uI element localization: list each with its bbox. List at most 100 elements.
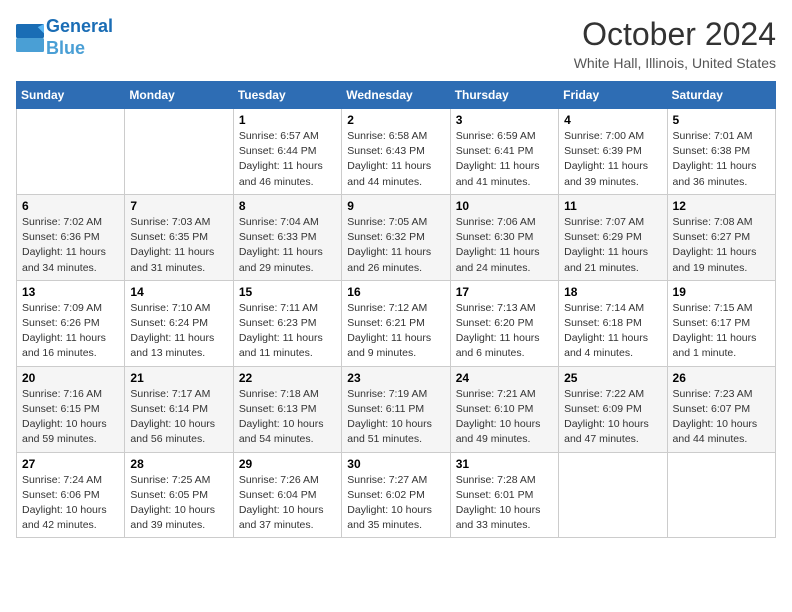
- day-number: 10: [456, 199, 553, 213]
- day-number: 4: [564, 113, 661, 127]
- calendar-cell: [17, 109, 125, 195]
- day-info: Sunrise: 7:13 AMSunset: 6:20 PMDaylight:…: [456, 301, 553, 362]
- month-title: October 2024: [574, 16, 776, 53]
- day-info: Sunrise: 7:05 AMSunset: 6:32 PMDaylight:…: [347, 215, 444, 276]
- calendar-cell: 17 Sunrise: 7:13 AMSunset: 6:20 PMDayligh…: [450, 280, 558, 366]
- day-info: Sunrise: 7:14 AMSunset: 6:18 PMDaylight:…: [564, 301, 661, 362]
- day-number: 1: [239, 113, 336, 127]
- day-number: 25: [564, 371, 661, 385]
- day-info: Sunrise: 7:18 AMSunset: 6:13 PMDaylight:…: [239, 387, 336, 448]
- calendar-week-row: 6 Sunrise: 7:02 AMSunset: 6:36 PMDaylight…: [17, 194, 776, 280]
- day-info: Sunrise: 7:26 AMSunset: 6:04 PMDaylight:…: [239, 473, 336, 534]
- calendar-cell: 2Sunrise: 6:58 AMSunset: 6:43 PMDaylight…: [342, 109, 450, 195]
- calendar-cell: [125, 109, 233, 195]
- calendar-cell: 20 Sunrise: 7:16 AMSunset: 6:15 PMDayligh…: [17, 366, 125, 452]
- day-info: Sunrise: 7:17 AMSunset: 6:14 PMDaylight:…: [130, 387, 227, 448]
- day-info: Sunrise: 7:02 AMSunset: 6:36 PMDaylight:…: [22, 215, 119, 276]
- day-info: Sunrise: 7:01 AMSunset: 6:38 PMDaylight:…: [673, 129, 770, 190]
- page-header: General Blue October 2024 White Hall, Il…: [16, 16, 776, 71]
- calendar-cell: 21 Sunrise: 7:17 AMSunset: 6:14 PMDayligh…: [125, 366, 233, 452]
- calendar-cell: 29Sunrise: 7:26 AMSunset: 6:04 PMDayligh…: [233, 452, 341, 538]
- calendar-cell: 18Sunrise: 7:14 AMSunset: 6:18 PMDayligh…: [559, 280, 667, 366]
- day-number: 22: [239, 371, 336, 385]
- day-number: 15: [239, 285, 336, 299]
- calendar-week-row: 1 Sunrise: 6:57 AMSunset: 6:44 PMDaylight…: [17, 109, 776, 195]
- calendar-cell: 1 Sunrise: 6:57 AMSunset: 6:44 PMDaylight…: [233, 109, 341, 195]
- day-number: 3: [456, 113, 553, 127]
- day-number: 7: [130, 199, 227, 213]
- day-info: Sunrise: 7:08 AMSunset: 6:27 PMDaylight:…: [673, 215, 770, 276]
- calendar-cell: 8Sunrise: 7:04 AMSunset: 6:33 PMDaylight…: [233, 194, 341, 280]
- day-number: 24: [456, 371, 553, 385]
- day-number: 13: [22, 285, 119, 299]
- day-number: 9: [347, 199, 444, 213]
- day-info: Sunrise: 7:09 AMSunset: 6:26 PMDaylight:…: [22, 301, 119, 362]
- calendar-cell: 3 Sunrise: 6:59 AMSunset: 6:41 PMDaylight…: [450, 109, 558, 195]
- day-number: 27: [22, 457, 119, 471]
- day-info: Sunrise: 7:06 AMSunset: 6:30 PMDaylight:…: [456, 215, 553, 276]
- weekday-header: Wednesday: [342, 82, 450, 109]
- calendar-week-row: 20 Sunrise: 7:16 AMSunset: 6:15 PMDayligh…: [17, 366, 776, 452]
- calendar-cell: 16 Sunrise: 7:12 AMSunset: 6:21 PMDayligh…: [342, 280, 450, 366]
- day-number: 6: [22, 199, 119, 213]
- weekday-header-row: SundayMondayTuesdayWednesdayThursdayFrid…: [17, 82, 776, 109]
- day-info: Sunrise: 7:15 AMSunset: 6:17 PMDaylight:…: [673, 301, 770, 362]
- calendar-cell: 28Sunrise: 7:25 AMSunset: 6:05 PMDayligh…: [125, 452, 233, 538]
- day-number: 16: [347, 285, 444, 299]
- day-info: Sunrise: 7:19 AMSunset: 6:11 PMDaylight:…: [347, 387, 444, 448]
- day-number: 11: [564, 199, 661, 213]
- title-section: October 2024 White Hall, Illinois, Unite…: [574, 16, 776, 71]
- day-number: 17: [456, 285, 553, 299]
- calendar-cell: 12 Sunrise: 7:08 AMSunset: 6:27 PMDayligh…: [667, 194, 775, 280]
- weekday-header: Friday: [559, 82, 667, 109]
- day-info: Sunrise: 7:12 AMSunset: 6:21 PMDaylight:…: [347, 301, 444, 362]
- day-number: 5: [673, 113, 770, 127]
- calendar-cell: 23 Sunrise: 7:19 AMSunset: 6:11 PMDayligh…: [342, 366, 450, 452]
- weekday-header: Sunday: [17, 82, 125, 109]
- day-info: Sunrise: 7:23 AMSunset: 6:07 PMDaylight:…: [673, 387, 770, 448]
- day-info: Sunrise: 7:21 AMSunset: 6:10 PMDaylight:…: [456, 387, 553, 448]
- day-number: 23: [347, 371, 444, 385]
- day-info: Sunrise: 7:03 AMSunset: 6:35 PMDaylight:…: [130, 215, 227, 276]
- calendar-cell: 22 Sunrise: 7:18 AMSunset: 6:13 PMDayligh…: [233, 366, 341, 452]
- calendar-cell: 26 Sunrise: 7:23 AMSunset: 6:07 PMDayligh…: [667, 366, 775, 452]
- calendar-cell: 19 Sunrise: 7:15 AMSunset: 6:17 PMDayligh…: [667, 280, 775, 366]
- day-number: 28: [130, 457, 227, 471]
- calendar-cell: 10 Sunrise: 7:06 AMSunset: 6:30 PMDayligh…: [450, 194, 558, 280]
- calendar-cell: 27Sunrise: 7:24 AMSunset: 6:06 PMDayligh…: [17, 452, 125, 538]
- day-info: Sunrise: 7:07 AMSunset: 6:29 PMDaylight:…: [564, 215, 661, 276]
- day-info: Sunrise: 6:57 AMSunset: 6:44 PMDaylight:…: [239, 129, 336, 190]
- calendar-cell: 15 Sunrise: 7:11 AMSunset: 6:23 PMDayligh…: [233, 280, 341, 366]
- location-title: White Hall, Illinois, United States: [574, 55, 776, 71]
- day-number: 14: [130, 285, 227, 299]
- day-info: Sunrise: 6:59 AMSunset: 6:41 PMDaylight:…: [456, 129, 553, 190]
- day-info: Sunrise: 7:11 AMSunset: 6:23 PMDaylight:…: [239, 301, 336, 362]
- day-info: Sunrise: 7:28 AMSunset: 6:01 PMDaylight:…: [456, 473, 553, 534]
- calendar-cell: 30 Sunrise: 7:27 AMSunset: 6:02 PMDayligh…: [342, 452, 450, 538]
- weekday-header: Monday: [125, 82, 233, 109]
- day-number: 26: [673, 371, 770, 385]
- day-info: Sunrise: 7:22 AMSunset: 6:09 PMDaylight:…: [564, 387, 661, 448]
- weekday-header: Thursday: [450, 82, 558, 109]
- weekday-header: Saturday: [667, 82, 775, 109]
- day-number: 21: [130, 371, 227, 385]
- day-number: 12: [673, 199, 770, 213]
- day-info: Sunrise: 7:16 AMSunset: 6:15 PMDaylight:…: [22, 387, 119, 448]
- calendar-week-row: 27Sunrise: 7:24 AMSunset: 6:06 PMDayligh…: [17, 452, 776, 538]
- weekday-header: Tuesday: [233, 82, 341, 109]
- calendar-cell: 7 Sunrise: 7:03 AMSunset: 6:35 PMDaylight…: [125, 194, 233, 280]
- calendar-cell: 14 Sunrise: 7:10 AMSunset: 6:24 PMDayligh…: [125, 280, 233, 366]
- day-info: Sunrise: 7:10 AMSunset: 6:24 PMDaylight:…: [130, 301, 227, 362]
- day-number: 2: [347, 113, 444, 127]
- day-info: Sunrise: 7:27 AMSunset: 6:02 PMDaylight:…: [347, 473, 444, 534]
- calendar-cell: 31Sunrise: 7:28 AMSunset: 6:01 PMDayligh…: [450, 452, 558, 538]
- logo-icon: [16, 24, 44, 52]
- day-number: 30: [347, 457, 444, 471]
- calendar-cell: 13 Sunrise: 7:09 AMSunset: 6:26 PMDayligh…: [17, 280, 125, 366]
- day-number: 8: [239, 199, 336, 213]
- day-number: 19: [673, 285, 770, 299]
- calendar-cell: 5 Sunrise: 7:01 AMSunset: 6:38 PMDaylight…: [667, 109, 775, 195]
- calendar-cell: 4Sunrise: 7:00 AMSunset: 6:39 PMDaylight…: [559, 109, 667, 195]
- calendar-cell: [559, 452, 667, 538]
- day-number: 20: [22, 371, 119, 385]
